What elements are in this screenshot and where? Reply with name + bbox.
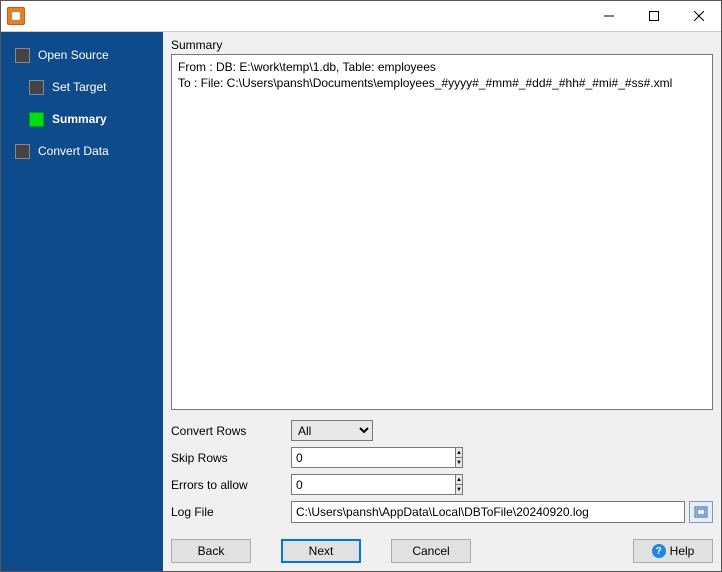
sidebar-item-label: Set Target (52, 80, 106, 94)
step-box-icon (29, 112, 44, 127)
content-area: Open Source Set Target Summary Convert D… (1, 31, 721, 571)
sidebar-item-set-target[interactable]: Set Target (29, 74, 163, 100)
cancel-button[interactable]: Cancel (391, 539, 471, 563)
sidebar-item-convert-data[interactable]: Convert Data (15, 138, 163, 164)
spinner-up-button[interactable]: ▲ (455, 447, 463, 457)
errors-input[interactable] (291, 474, 455, 495)
skip-rows-spinner: ▲ ▼ (291, 447, 373, 468)
spinner-down-button[interactable]: ▼ (455, 484, 463, 495)
spinner-down-button[interactable]: ▼ (455, 457, 463, 468)
titlebar (1, 1, 721, 31)
window-controls (586, 2, 721, 31)
sidebar-item-open-source[interactable]: Open Source (15, 42, 163, 68)
app-icon (7, 7, 25, 25)
button-label: Help (670, 544, 695, 558)
sidebar-item-label: Convert Data (38, 144, 109, 158)
step-box-icon (15, 144, 30, 159)
convert-rows-label: Convert Rows (171, 424, 291, 438)
close-button[interactable] (676, 2, 721, 31)
sidebar-item-label: Open Source (38, 48, 109, 62)
summary-textarea[interactable]: From : DB: E:\work\temp\1.db, Table: emp… (171, 54, 713, 410)
help-icon: ? (652, 544, 666, 558)
button-label: Cancel (412, 544, 449, 558)
errors-label: Errors to allow (171, 478, 291, 492)
main-panel: Summary From : DB: E:\work\temp\1.db, Ta… (163, 32, 721, 571)
sidebar-item-label: Summary (52, 112, 107, 126)
button-label: Next (309, 544, 334, 558)
convert-rows-select[interactable]: All (291, 420, 373, 441)
step-box-icon (15, 48, 30, 63)
help-button[interactable]: ? Help (633, 539, 713, 563)
folder-icon (694, 505, 708, 519)
wizard-buttons: Back Next Cancel ? Help (171, 539, 713, 563)
app-window: Open Source Set Target Summary Convert D… (0, 0, 722, 572)
back-button[interactable]: Back (171, 539, 251, 563)
summary-heading: Summary (171, 38, 713, 52)
step-box-icon (29, 80, 44, 95)
log-file-input[interactable] (291, 501, 685, 523)
minimize-button[interactable] (586, 2, 631, 31)
spinner-up-button[interactable]: ▲ (455, 474, 463, 484)
next-button[interactable]: Next (281, 539, 361, 563)
log-file-label: Log File (171, 505, 291, 519)
maximize-button[interactable] (631, 2, 676, 31)
options-form: Convert Rows All Skip Rows ▲ ▼ (171, 420, 713, 523)
skip-rows-input[interactable] (291, 447, 455, 468)
sidebar-item-summary[interactable]: Summary (29, 106, 163, 132)
browse-log-button[interactable] (689, 501, 713, 523)
skip-rows-label: Skip Rows (171, 451, 291, 465)
wizard-sidebar: Open Source Set Target Summary Convert D… (1, 32, 163, 571)
errors-spinner: ▲ ▼ (291, 474, 373, 495)
button-label: Back (198, 544, 225, 558)
